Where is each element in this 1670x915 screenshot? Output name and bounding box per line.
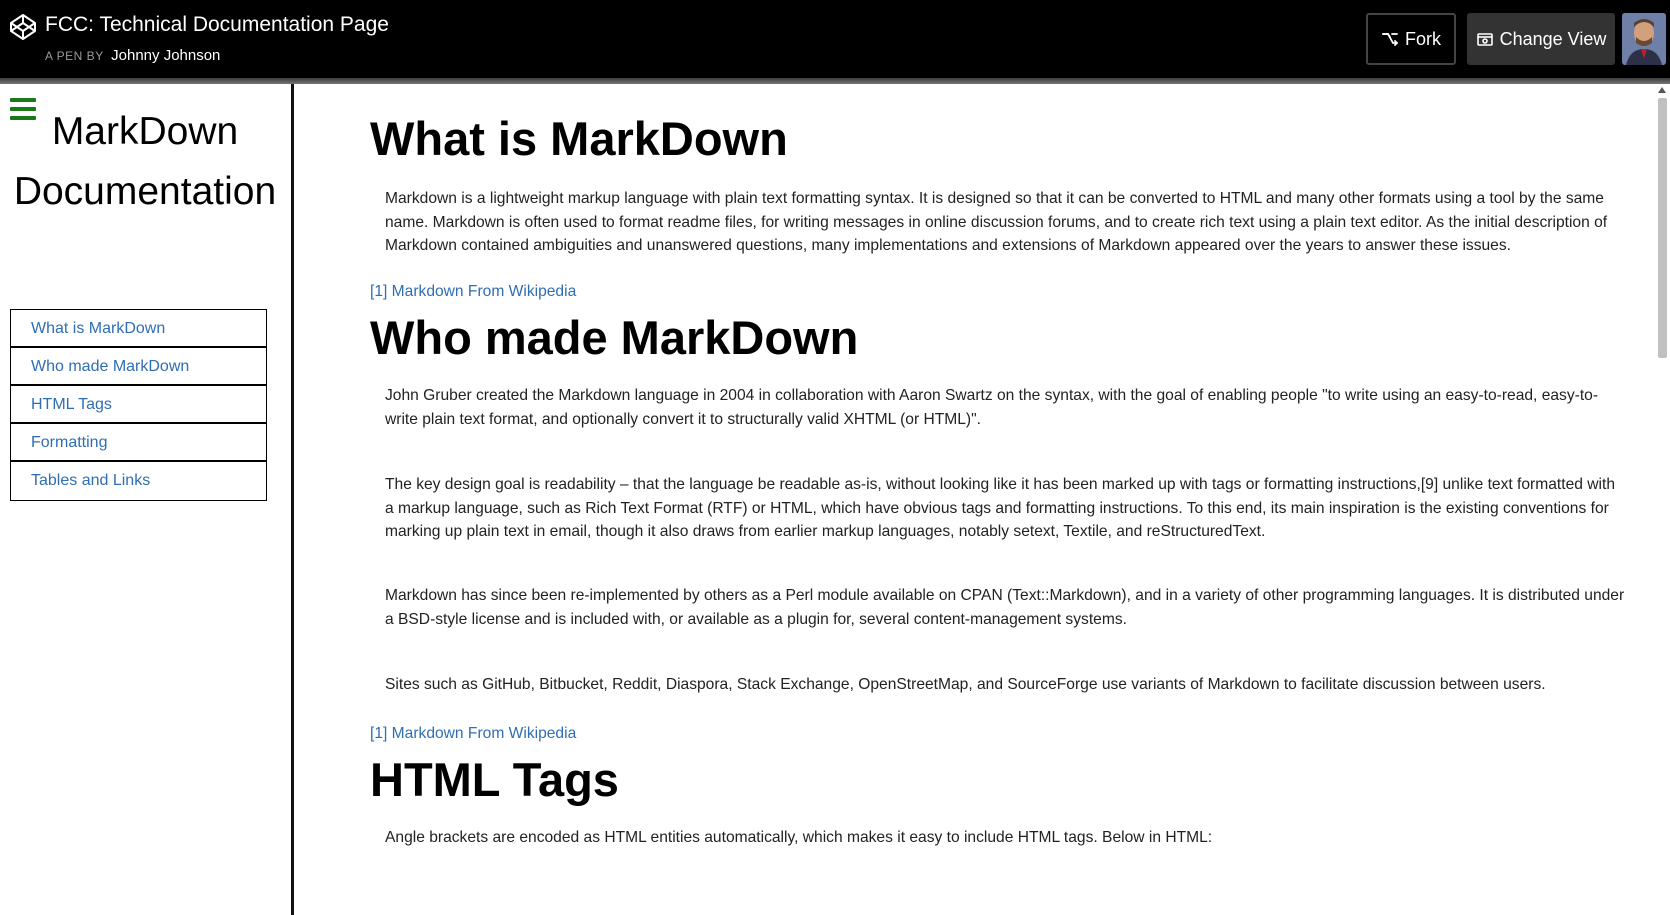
section-title-who-made-markdown: Who made MarkDown bbox=[370, 311, 859, 364]
nav-link-tables-and-links[interactable]: Tables and Links bbox=[11, 462, 266, 500]
wikipedia-reference-link[interactable]: [1] Markdown From Wikipedia bbox=[370, 283, 576, 301]
fork-label: Fork bbox=[1405, 28, 1441, 49]
scroll-up-arrow-icon[interactable] bbox=[1658, 87, 1666, 93]
sidebar-title-line1: MarkDown bbox=[51, 110, 239, 153]
section-paragraph: Markdown is a lightweight markup languag… bbox=[385, 190, 1608, 254]
nav-link-who-made-markdown[interactable]: Who made MarkDown bbox=[11, 348, 266, 386]
main-doc: What is MarkDown Markdown is a lightweig… bbox=[297, 84, 1654, 915]
nav-link-formatting[interactable]: Formatting bbox=[11, 424, 266, 462]
sidebar-header: MarkDown Documentation bbox=[0, 102, 290, 222]
codepen-header: FCC: Technical Documentation Page A PEN … bbox=[0, 0, 1670, 78]
navbar: MarkDown Documentation What is MarkDown … bbox=[0, 84, 294, 915]
change-view-icon bbox=[1476, 33, 1493, 46]
pen-byline: A PEN BY Johnny Johnson bbox=[45, 47, 220, 65]
author-link[interactable]: Johnny Johnson bbox=[111, 47, 220, 64]
pen-title: FCC: Technical Documentation Page bbox=[45, 13, 389, 36]
section-paragraph: John Gruber created the Markdown languag… bbox=[385, 387, 1599, 428]
section-paragraph: Angle brackets are encoded as HTML entit… bbox=[385, 829, 1213, 846]
sidebar-title-line2: Documentation bbox=[13, 170, 277, 213]
change-view-label: Change View bbox=[1499, 28, 1607, 49]
nav-list: What is MarkDown Who made MarkDown HTML … bbox=[10, 309, 267, 501]
codepen-logo-icon[interactable] bbox=[8, 12, 38, 42]
pen-by-label: A PEN BY bbox=[45, 49, 104, 63]
vertical-scrollbar[interactable] bbox=[1654, 84, 1670, 915]
nav-link-what-is-markdown[interactable]: What is MarkDown bbox=[11, 310, 266, 348]
scrollbar-thumb[interactable] bbox=[1658, 98, 1667, 358]
user-avatar[interactable] bbox=[1622, 13, 1666, 65]
wikipedia-reference-link[interactable]: [1] Markdown From Wikipedia bbox=[370, 725, 576, 743]
avatar-image bbox=[1622, 13, 1666, 65]
fork-button[interactable]: Fork bbox=[1366, 13, 1456, 65]
nav-link-html-tags[interactable]: HTML Tags bbox=[11, 386, 266, 424]
section-paragraph: Markdown has since been re-implemented b… bbox=[385, 587, 1625, 628]
fork-icon bbox=[1382, 33, 1399, 46]
section-title-html-tags: HTML Tags bbox=[370, 753, 619, 806]
section-paragraph: The key design goal is readability – tha… bbox=[385, 476, 1615, 540]
change-view-button[interactable]: Change View bbox=[1467, 13, 1615, 65]
section-paragraph: Sites such as GitHub, Bitbucket, Reddit,… bbox=[385, 676, 1546, 693]
section-title-what-is-markdown: What is MarkDown bbox=[370, 112, 788, 165]
